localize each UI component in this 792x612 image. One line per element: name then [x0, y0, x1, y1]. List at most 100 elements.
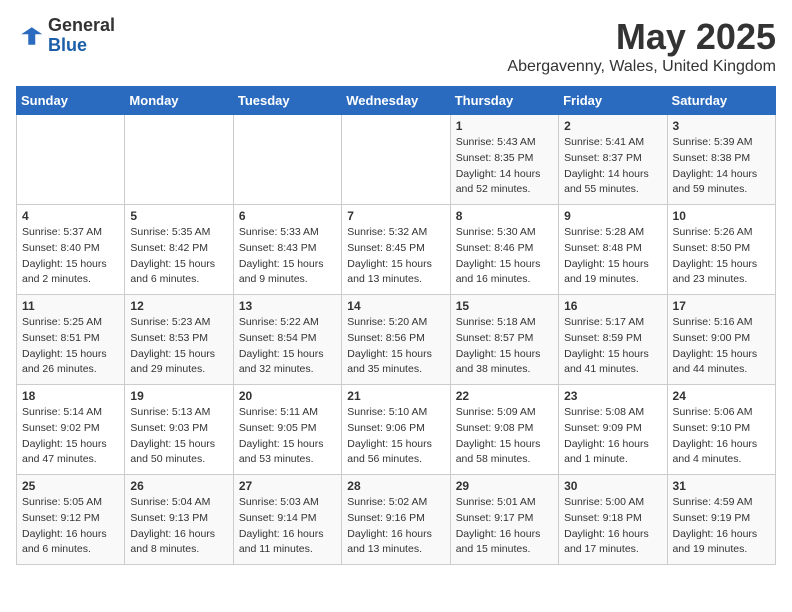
- day-number: 5: [130, 209, 227, 223]
- day-info: Sunrise: 5:37 AMSunset: 8:40 PMDaylight:…: [22, 225, 119, 288]
- day-info: Sunrise: 5:33 AM Sunset: 8:43 PM Daylight:…: [239, 225, 336, 288]
- sunset-text: Sunset: 8:43 PM: [239, 242, 317, 254]
- sunrise-text: Sunrise: 5:03 AM: [239, 496, 319, 508]
- calendar-cell: 23 Sunrise: 5:08 AM Sunset: 9:09 PM Dayligh…: [559, 385, 667, 475]
- daylight-text: Daylight: 15 hours and 29 minutes.: [130, 348, 215, 376]
- day-number: 22: [456, 389, 553, 403]
- daylight-text: Daylight: 15 hours and 47 minutes.: [22, 438, 107, 466]
- sunset-text: Sunset: 9:06 PM: [347, 422, 425, 434]
- daylight-text: Daylight: 15 hours and 19 minutes.: [564, 258, 649, 286]
- sunset-text: Sunset: 8:53 PM: [130, 332, 208, 344]
- sunset-text: Sunset: 9:17 PM: [456, 512, 534, 524]
- daylight-text: Daylight: 16 hours and 15 minutes.: [456, 528, 541, 556]
- sunrise-text: Sunrise: 5:33 AM: [239, 226, 319, 238]
- weekday-header-row: SundayMondayTuesdayWednesdayThursdayFrid…: [17, 87, 776, 115]
- sunrise-text: Sunrise: 5:23 AM: [130, 316, 210, 328]
- sunset-text: Sunset: 8:35 PM: [456, 152, 534, 164]
- sunset-text: Sunset: 9:03 PM: [130, 422, 208, 434]
- sunrise-text: Sunrise: 5:01 AM: [456, 496, 536, 508]
- sunset-text: Sunset: 9:10 PM: [673, 422, 751, 434]
- week-row-2: 4 Sunrise: 5:37 AMSunset: 8:40 PMDaylight…: [17, 205, 776, 295]
- sunrise-text: Sunrise: 5:08 AM: [564, 406, 644, 418]
- day-number: 30: [564, 479, 661, 493]
- weekday-header-thursday: Thursday: [450, 87, 558, 115]
- calendar-cell: 29 Sunrise: 5:01 AM Sunset: 9:17 PM Dayligh…: [450, 475, 558, 565]
- sunset-text: Sunset: 8:51 PM: [22, 332, 100, 344]
- calendar-cell: 12Sunrise: 5:23 AMSunset: 8:53 PMDayligh…: [125, 295, 233, 385]
- day-number: 18: [22, 389, 119, 403]
- day-info: Sunrise: 5:04 AMSunset: 9:13 PMDaylight:…: [130, 495, 227, 558]
- day-number: 8: [456, 209, 553, 223]
- sunrise-text: Sunrise: 5:18 AM: [456, 316, 536, 328]
- sunset-text: Sunset: 9:02 PM: [22, 422, 100, 434]
- week-row-4: 18Sunrise: 5:14 AMSunset: 9:02 PMDayligh…: [17, 385, 776, 475]
- day-number: 29: [456, 479, 553, 493]
- daylight-text: Daylight: 15 hours and 2 minutes.: [22, 258, 107, 286]
- calendar-cell: 3 Sunrise: 5:39 AMSunset: 8:38 PMDaylight…: [667, 115, 775, 205]
- sunrise-text: Sunrise: 5:17 AM: [564, 316, 644, 328]
- day-info: Sunrise: 5:13 AMSunset: 9:03 PMDaylight:…: [130, 405, 227, 468]
- calendar-cell: 15Sunrise: 5:18 AMSunset: 8:57 PMDayligh…: [450, 295, 558, 385]
- daylight-text: Daylight: 16 hours and 13 minutes.: [347, 528, 432, 556]
- sunrise-text: Sunrise: 5:39 AM: [673, 136, 753, 148]
- sunrise-text: Sunrise: 5:06 AM: [673, 406, 753, 418]
- sunset-text: Sunset: 8:46 PM: [456, 242, 534, 254]
- week-row-3: 11Sunrise: 5:25 AMSunset: 8:51 PMDayligh…: [17, 295, 776, 385]
- sunrise-text: Sunrise: 5:04 AM: [130, 496, 210, 508]
- calendar-cell: 2Sunrise: 5:41 AMSunset: 8:37 PMDaylight…: [559, 115, 667, 205]
- daylight-text: Daylight: 16 hours and 4 minutes.: [673, 438, 758, 466]
- daylight-text: Daylight: 15 hours and 9 minutes.: [239, 258, 324, 286]
- sunrise-text: Sunrise: 4:59 AM: [673, 496, 753, 508]
- sunrise-text: Sunrise: 5:16 AM: [673, 316, 753, 328]
- daylight-text: Daylight: 15 hours and 23 minutes.: [673, 258, 758, 286]
- day-number: 31: [673, 479, 770, 493]
- sunset-text: Sunset: 9:05 PM: [239, 422, 317, 434]
- daylight-text: Daylight: 14 hours and 55 minutes.: [564, 168, 649, 196]
- sunset-text: Sunset: 9:18 PM: [564, 512, 642, 524]
- sunset-text: Sunset: 9:19 PM: [673, 512, 751, 524]
- day-info: Sunrise: 5:43 AMSunset: 8:35 PMDaylight:…: [456, 135, 553, 198]
- calendar-cell: 10 Sunrise: 5:26 AMSunset: 8:50 PMDayligh…: [667, 205, 775, 295]
- calendar-cell: 20Sunrise: 5:11 AMSunset: 9:05 PMDayligh…: [233, 385, 341, 475]
- calendar-cell: 19Sunrise: 5:13 AMSunset: 9:03 PMDayligh…: [125, 385, 233, 475]
- day-number: 4: [22, 209, 119, 223]
- day-info: Sunrise: 5:09 AMSunset: 9:08 PMDaylight:…: [456, 405, 553, 468]
- week-row-1: 1 Sunrise: 5:43 AMSunset: 8:35 PMDaylight…: [17, 115, 776, 205]
- day-number: 26: [130, 479, 227, 493]
- sunset-text: Sunset: 9:12 PM: [22, 512, 100, 524]
- day-info: Sunrise: 5:08 AM Sunset: 9:09 PM Daylight:…: [564, 405, 661, 468]
- day-number: 25: [22, 479, 119, 493]
- day-number: 23: [564, 389, 661, 403]
- weekday-header-friday: Friday: [559, 87, 667, 115]
- daylight-text: Daylight: 15 hours and 26 minutes.: [22, 348, 107, 376]
- day-info: Sunrise: 5:39 AMSunset: 8:38 PMDaylight:…: [673, 135, 770, 198]
- calendar-cell: [342, 115, 450, 205]
- calendar-cell: 25Sunrise: 5:05 AMSunset: 9:12 PMDayligh…: [17, 475, 125, 565]
- sunset-text: Sunset: 9:00 PM: [673, 332, 751, 344]
- sunset-text: Sunset: 8:56 PM: [347, 332, 425, 344]
- weekday-header-sunday: Sunday: [17, 87, 125, 115]
- sunset-text: Sunset: 9:09 PM: [564, 422, 642, 434]
- daylight-text: Daylight: 16 hours and 1 minute.: [564, 438, 649, 466]
- day-info: Sunrise: 5:03 AMSunset: 9:14 PMDaylight:…: [239, 495, 336, 558]
- calendar-cell: 18Sunrise: 5:14 AMSunset: 9:02 PMDayligh…: [17, 385, 125, 475]
- weekday-header-monday: Monday: [125, 87, 233, 115]
- day-info: Sunrise: 5:23 AM Sunset: 8:53 PM Daylight:…: [130, 315, 227, 378]
- day-info: Sunrise: 5:26 AMSunset: 8:50 PMDaylight:…: [673, 225, 770, 288]
- day-info: Sunrise: 5:28 AMSunset: 8:48 PMDaylight:…: [564, 225, 661, 288]
- sunset-text: Sunset: 9:08 PM: [456, 422, 534, 434]
- month-title: May 2025: [507, 16, 776, 58]
- calendar-cell: 31Sunrise: 4:59 AMSunset: 9:19 PMDayligh…: [667, 475, 775, 565]
- day-number: 10: [673, 209, 770, 223]
- daylight-text: Daylight: 15 hours and 44 minutes.: [673, 348, 758, 376]
- sunrise-text: Sunrise: 5:25 AM: [22, 316, 102, 328]
- sunset-text: Sunset: 8:48 PM: [564, 242, 642, 254]
- day-number: 3: [673, 119, 770, 133]
- calendar-cell: 14Sunrise: 5:20 AMSunset: 8:56 PMDayligh…: [342, 295, 450, 385]
- day-number: 6: [239, 209, 336, 223]
- day-number: 1: [456, 119, 553, 133]
- day-number: 17: [673, 299, 770, 313]
- logo: General Blue: [16, 16, 115, 56]
- sunrise-text: Sunrise: 5:09 AM: [456, 406, 536, 418]
- daylight-text: Daylight: 15 hours and 32 minutes.: [239, 348, 324, 376]
